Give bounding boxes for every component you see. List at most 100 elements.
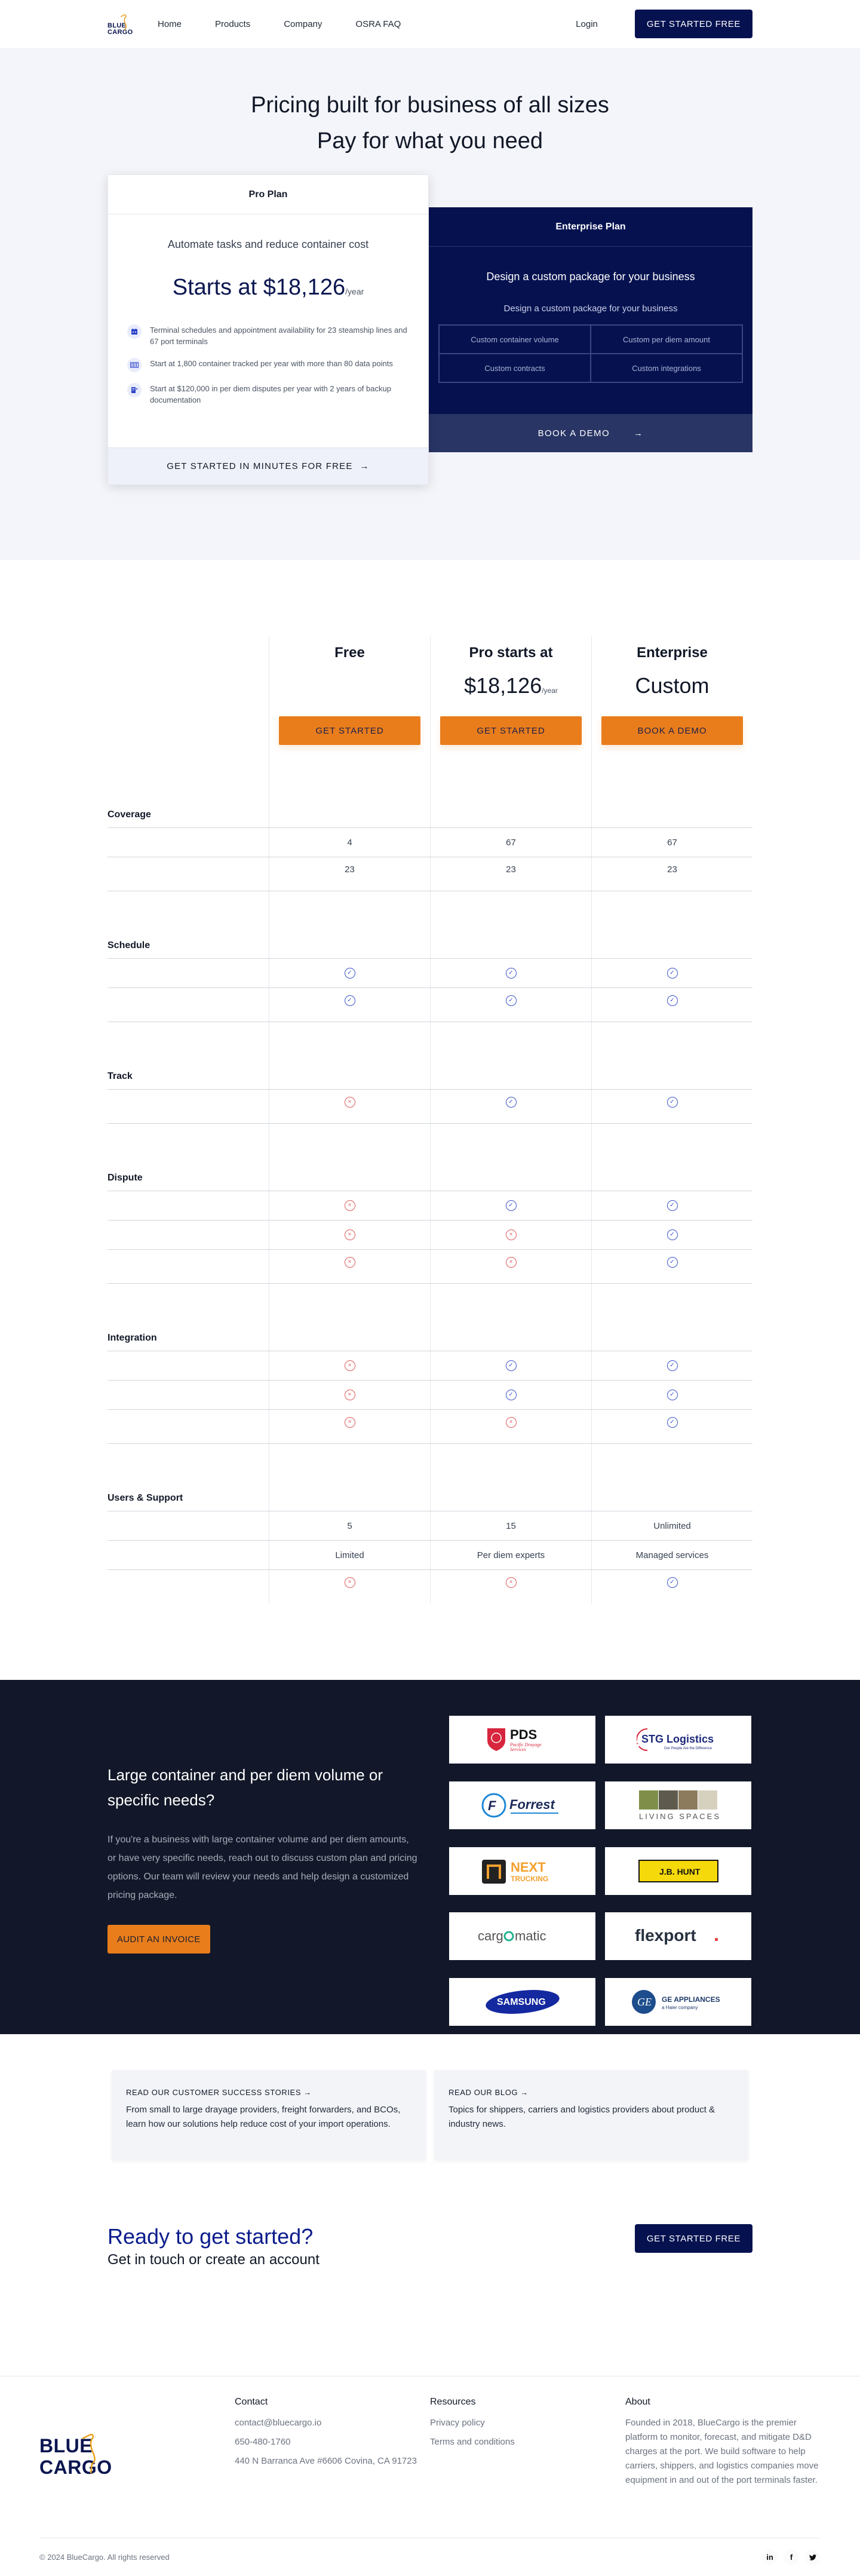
table-cell: × [269, 1351, 430, 1380]
empty-cell [269, 1124, 430, 1191]
table-cell: 23 [430, 857, 591, 891]
svg-text:flexport: flexport [635, 1926, 696, 1945]
pro-plan-price: Starts at $18,126/year [172, 275, 364, 300]
check-circle-icon: ✓ [344, 968, 355, 979]
blog-link[interactable]: READ OUR BLOG → [449, 2088, 734, 2097]
hero-subtitle: Pay for what you need [317, 128, 543, 154]
row-label [108, 1090, 269, 1123]
table-row: × × ✓ [108, 1249, 752, 1283]
section-row: Track [108, 1022, 752, 1089]
ready-title: Ready to get started? [108, 2224, 314, 2249]
logo-jb-hunt: J.B. HUNT [605, 1847, 751, 1895]
x-circle-icon: × [344, 1257, 355, 1268]
pro-plan-subtitle: Automate tasks and reduce container cost [167, 238, 369, 250]
pro-get-started-button[interactable]: GET STARTED [440, 716, 582, 745]
privacy-policy-link[interactable]: Privacy policy [430, 2416, 625, 2430]
table-cell: 23 [269, 857, 430, 891]
check-circle-icon: ✓ [666, 995, 678, 1006]
nav-products[interactable]: Products [215, 19, 250, 29]
table-cell: ✓ [591, 1090, 752, 1123]
enterprise-option: Custom contracts [439, 354, 591, 382]
get-started-minutes-button[interactable]: GET STARTED IN MINUTES FOR FREE → [108, 447, 428, 484]
plan-name: Pro starts at [469, 645, 553, 661]
empty-cell [430, 891, 591, 958]
footer-about: About Founded in 2018, BlueCargo is the … [625, 2397, 821, 2538]
row-label [108, 1351, 269, 1380]
bluecargo-logo[interactable]: BLUE CARGO [108, 12, 133, 36]
nav-osra-faq[interactable]: OSRA FAQ [355, 19, 401, 29]
blog-card[interactable]: READ OUR BLOG → Topics for shippers, car… [434, 2070, 748, 2160]
svg-text:F: F [488, 1798, 496, 1813]
plan-column-free: Free GET STARTED [269, 636, 430, 760]
table-row: ✓ ✓ ✓ [108, 988, 752, 1022]
table-cell: ✓ [269, 988, 430, 1022]
check-circle-icon: ✓ [505, 1360, 517, 1371]
svg-text:GE APPLIANCES: GE APPLIANCES [662, 1995, 720, 2004]
check-circle-icon: ✓ [666, 1390, 678, 1400]
table-cell: ✓ [430, 1381, 591, 1409]
row-label [108, 857, 269, 891]
enterprise-option: Custom container volume [439, 325, 591, 354]
enterprise-book-demo-button[interactable]: BOOK A DEMO [601, 716, 743, 745]
empty-cell [269, 1444, 430, 1511]
svg-text:J.B. HUNT: J.B. HUNT [659, 1867, 701, 1876]
get-started-free-button[interactable]: GET STARTED FREE [634, 10, 752, 38]
top-nav: BLUE CARGO Home Products Company OSRA FAQ… [0, 0, 860, 48]
check-circle-icon: ✓ [666, 1417, 678, 1428]
table-row: Limited Per diem experts Managed services [108, 1540, 752, 1569]
table-cell: × [269, 1410, 430, 1443]
check-circle-icon: ✓ [666, 1229, 678, 1240]
footer-logo[interactable]: BLUE CARGO [39, 2397, 235, 2538]
logo-forrest: F Forrest [449, 1781, 595, 1829]
calendar-icon [127, 324, 142, 339]
svg-text:Our People Are the Difference: Our People Are the Difference [664, 1747, 712, 1750]
logo-next-trucking: NEXT TRUCKING [449, 1847, 595, 1895]
contact-phone[interactable]: 650-480-1760 [235, 2435, 430, 2449]
heron-icon [120, 14, 127, 30]
table-row: ✓ ✓ ✓ [108, 958, 752, 988]
table-row: × ✓ ✓ [108, 1089, 752, 1123]
pro-plan-title: Pro Plan [108, 175, 428, 214]
footer: BLUE CARGO Contact contact@bluecargo.io … [0, 2376, 860, 2576]
empty-cell [591, 760, 752, 827]
book-demo-button[interactable]: BOOK A DEMO → [429, 414, 752, 452]
plan-comparison: Free GET STARTED Pro starts at $18,126/y… [0, 560, 860, 1680]
x-circle-icon: × [344, 1229, 355, 1240]
table-row: × ✓ ✓ [108, 1380, 752, 1409]
section-label: Dispute [108, 1173, 143, 1183]
empty-cell [591, 1022, 752, 1089]
linkedin-icon[interactable]: in [762, 2549, 778, 2565]
check-circle-icon: ✓ [505, 968, 517, 979]
table-cell: ✓ [591, 988, 752, 1022]
facebook-icon[interactable]: f [784, 2549, 799, 2565]
container-icon [127, 358, 142, 372]
table-cell: ✓ [591, 1250, 752, 1283]
ready-get-started-button[interactable]: GET STARTED FREE [634, 2224, 752, 2253]
empty-cell [108, 636, 269, 760]
x-circle-icon: × [344, 1577, 355, 1588]
audit-invoice-button[interactable]: AUDIT AN INVOICE [108, 1925, 210, 1954]
row-label [108, 1220, 269, 1249]
terms-link[interactable]: Terms and conditions [430, 2435, 625, 2449]
feature-item: Start at 1,800 container tracked per yea… [127, 358, 410, 372]
contact-email[interactable]: contact@bluecargo.io [235, 2416, 430, 2430]
svg-text:LIVING SPACES: LIVING SPACES [639, 1812, 720, 1821]
login-link[interactable]: Login [576, 19, 598, 29]
svg-text:PDS: PDS [510, 1727, 537, 1742]
twitter-icon[interactable] [805, 2549, 821, 2565]
nav-company[interactable]: Company [284, 19, 322, 29]
table-cell: ✓ [269, 959, 430, 988]
row-label [108, 988, 269, 1022]
table-cell: Per diem experts [430, 1541, 591, 1569]
main-nav: Home Products Company OSRA FAQ [158, 19, 434, 29]
empty-cell [591, 1124, 752, 1191]
customer-stories-link[interactable]: READ OUR CUSTOMER SUCCESS STORIES → [126, 2088, 411, 2097]
logo-flexport: flexport [605, 1912, 751, 1961]
table-cell: 23 [591, 857, 752, 891]
contact-address: 440 N Barranca Ave #6606 Covina, CA 9172… [235, 2456, 417, 2466]
free-get-started-button[interactable]: GET STARTED [279, 716, 420, 745]
feature-item: Terminal schedules and appointment avail… [127, 324, 410, 347]
nav-home[interactable]: Home [158, 19, 182, 29]
table-cell: ✓ [591, 1220, 752, 1249]
customer-stories-card[interactable]: READ OUR CUSTOMER SUCCESS STORIES → From… [112, 2070, 426, 2160]
